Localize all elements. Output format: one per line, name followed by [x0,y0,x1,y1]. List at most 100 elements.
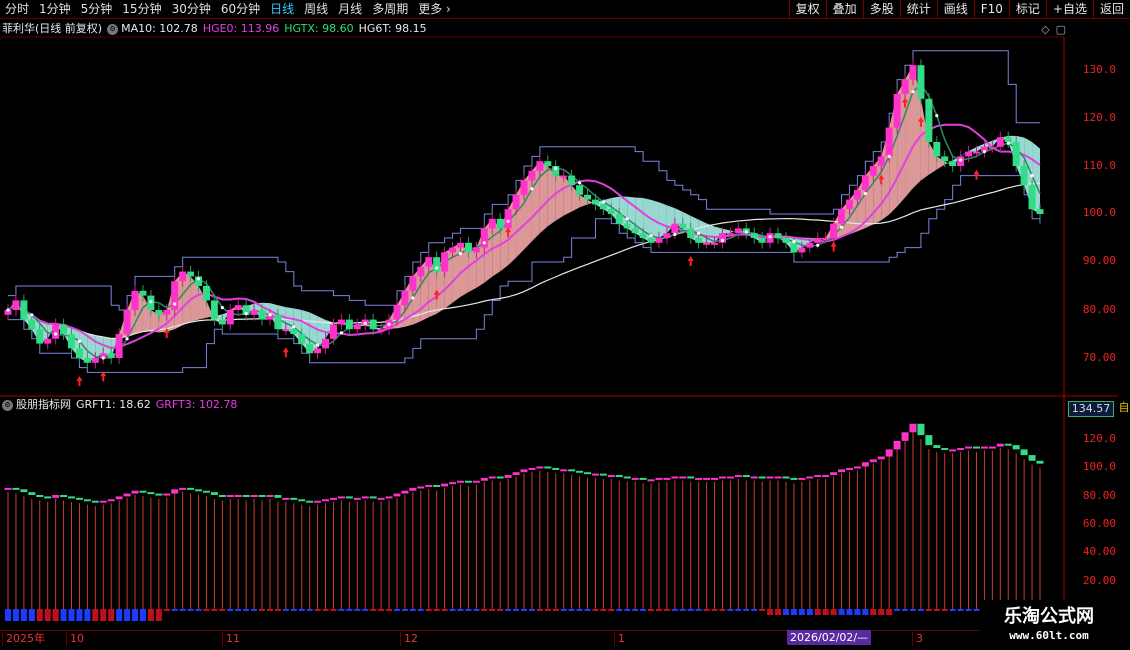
sub-bottom-bar [902,609,909,611]
side-tab[interactable]: 自 [1118,399,1130,417]
signal-dot [363,321,367,325]
signal-dot [268,313,272,317]
sub-bottom-bar [465,609,472,611]
candle-body [639,233,647,238]
sub-bottom-bar [608,609,615,611]
chart-canvas[interactable] [0,0,1118,630]
sub-bottom-bar [116,609,123,621]
sub-candle [282,497,290,500]
sub-bottom-bar [973,609,980,611]
sub-candle [679,476,687,479]
sub-candle [44,496,52,499]
sub-bottom-bar [417,609,424,611]
sub-bottom-bar [521,609,527,611]
sub-bottom-bar [425,609,432,611]
signal-dot [173,302,177,306]
sub-candle [988,446,996,449]
sub-candle [750,476,758,479]
candle-body [853,190,861,200]
sub-bottom-bar [259,609,266,611]
sub-bottom-bar [886,609,893,615]
sub-candle [512,472,520,476]
sub-candle [885,449,893,457]
sub-bottom-bar [759,609,766,611]
sub-candle [703,477,711,480]
sub-candle [877,456,885,460]
sub-bottom-bar [640,609,647,611]
sub-candle [830,472,838,476]
candle-body [401,290,409,306]
sub-bottom-bar [290,609,297,611]
sub-candle [369,496,377,499]
sub-candle [187,487,195,490]
sub-candle [377,497,385,500]
sub-bottom-bar [655,609,662,611]
signal-dot [411,296,415,300]
watermark-title: 乐淘公式网 [1004,606,1094,627]
sub-bottom-bar [274,609,281,611]
signal-dot [435,266,439,270]
sub-bottom-bar [433,609,440,611]
signal-dot [506,219,510,223]
sub-candle [68,496,76,499]
signal-dot [768,235,772,239]
sub-bottom-bar [124,609,131,621]
sub-bottom-bar [806,609,813,615]
sub-axis-label: 80.00 [1082,489,1116,502]
candle-body [425,257,433,267]
candle-body [631,228,639,234]
signal-dot [649,234,653,238]
sub-candle [60,495,68,497]
sub-axis-label: 20.00 [1082,574,1116,587]
candle-body [758,238,766,243]
sub-candle [107,499,115,502]
signal-dot [6,308,10,312]
sub-bottom-bar [409,609,416,611]
candle-body [1036,209,1044,214]
sub-candle [12,487,20,490]
candle-body [187,271,195,277]
sub-bottom-bar [378,609,385,611]
sub-bottom-bar [5,609,11,621]
candle-body [393,305,401,320]
sub-candle [1020,449,1028,456]
sub-candle [496,476,504,479]
sub-bottom-bar [211,609,218,611]
candle-body [449,247,457,253]
sub-candle [123,493,131,497]
price-axis-label: 80.00 [1082,303,1116,316]
sub-bottom-bar [719,609,726,611]
sub-candle [250,495,258,497]
date-cursor: 2026/02/02/— [787,630,872,645]
sub-candle [234,495,242,497]
sub-price-marker: 134.57 [1068,401,1114,417]
sub-candle [957,447,965,450]
signal-dot [839,225,844,229]
sub-bottom-bar [679,609,686,611]
candle-body [750,233,758,238]
sub-candle [853,466,861,469]
sub-bottom-bar [695,609,702,611]
candle-body [115,334,123,358]
sub-candle [1012,445,1020,450]
sub-candle [441,483,449,487]
candle-body [679,223,687,229]
sub-bottom-bar [552,609,559,611]
signal-dot [149,300,153,304]
sub-candle [544,466,552,469]
signal-dot [292,325,296,329]
sub-candle [504,475,512,478]
candle-body [861,175,869,190]
candle-body [528,170,536,181]
candle-body [996,137,1004,147]
sub-bottom-bar [203,609,210,611]
candle-body [544,161,552,166]
candle-body [893,94,901,128]
candle-body [869,166,877,176]
price-axis-label: 110.0 [1082,159,1116,172]
candle-body [369,319,377,330]
sub-candle [861,462,869,467]
candle-body [647,238,655,243]
candle-body [774,233,782,238]
sub-bottom-bar [84,609,91,621]
